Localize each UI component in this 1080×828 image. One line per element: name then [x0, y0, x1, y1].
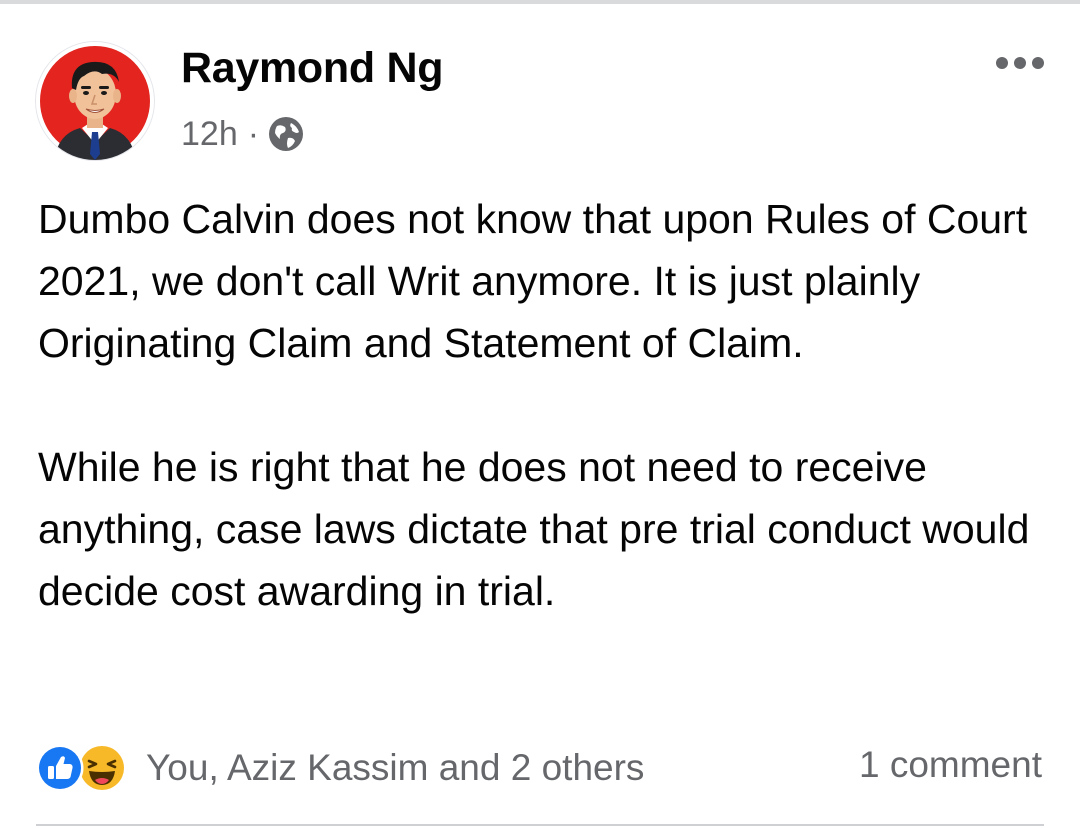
post-paragraph-2: While he is right that he does not need … [38, 444, 1030, 614]
reactions-bar[interactable]: You, Aziz Kassim and 2 others [36, 740, 644, 796]
avatar-caricature [36, 42, 154, 160]
post-meta: 12h · [181, 112, 305, 156]
divider [36, 824, 1044, 826]
author-avatar[interactable] [36, 42, 154, 160]
reactions-summary[interactable]: You, Aziz Kassim and 2 others [146, 747, 644, 789]
comment-count[interactable]: 1 comment [859, 744, 1042, 786]
post-body: Dumbo Calvin does not know that upon Rul… [38, 188, 1058, 622]
more-options-icon[interactable] [994, 50, 1046, 76]
meta-separator: · [247, 114, 260, 153]
author-name[interactable]: Raymond Ng [181, 44, 443, 93]
like-icon [36, 744, 84, 792]
post-time[interactable]: 12h [181, 115, 238, 154]
reaction-icons [36, 740, 136, 796]
post-card: Raymond Ng 12h · Dumbo Calvin does not k… [0, 0, 1080, 828]
globe-icon [267, 115, 305, 153]
post-paragraph-1: Dumbo Calvin does not know that upon Rul… [38, 196, 1028, 366]
